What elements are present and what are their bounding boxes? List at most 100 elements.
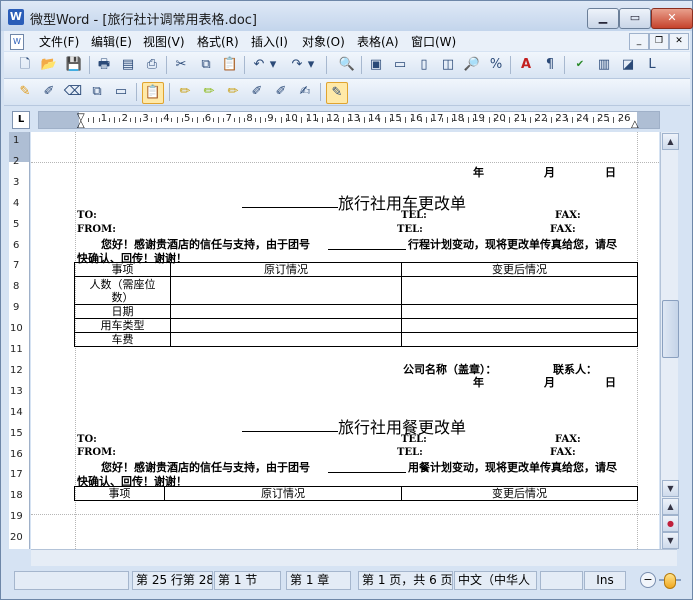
binoculars-find-icon[interactable]: 🔍 bbox=[337, 55, 357, 75]
menu-file[interactable]: 文件(F) bbox=[39, 33, 79, 50]
browse-object-icon[interactable]: ● bbox=[662, 515, 679, 532]
redo-dropdown-icon[interactable]: ▾ bbox=[306, 55, 316, 75]
previous-page-icon[interactable]: ▲ bbox=[662, 498, 679, 515]
zoom-percent-icon[interactable]: % bbox=[486, 55, 506, 75]
clipboard-select-icon[interactable]: 📋 bbox=[142, 82, 164, 104]
word-app-icon[interactable]: W bbox=[8, 9, 24, 25]
table-cell[interactable] bbox=[170, 276, 402, 305]
save-icon[interactable]: 💾 bbox=[64, 55, 84, 75]
delete-object-icon[interactable]: ⌫ bbox=[63, 82, 83, 102]
form2-table[interactable]: 事项 原订情况 变更后情况 bbox=[74, 486, 638, 501]
menu-format[interactable]: 格式(R) bbox=[197, 33, 239, 50]
zoom-slider-thumb[interactable] bbox=[664, 573, 676, 589]
ruler-tick bbox=[348, 118, 350, 122]
horizontal-scrollbar[interactable] bbox=[31, 549, 677, 566]
two-pages-icon[interactable]: ◫ bbox=[438, 55, 458, 75]
vertical-ruler-number: 19 bbox=[10, 511, 23, 523]
edit-mode-icon[interactable]: ✎ bbox=[326, 82, 348, 104]
tab-stop-selector[interactable]: L bbox=[12, 111, 30, 129]
paste-icon[interactable]: 📋 bbox=[220, 55, 240, 75]
indent-icon[interactable]: L bbox=[642, 55, 662, 75]
document-icon[interactable]: W bbox=[10, 34, 24, 50]
ruler-tick bbox=[161, 118, 162, 122]
zoom-icon[interactable]: 🔎 bbox=[462, 55, 482, 75]
left-indent-marker[interactable]: △ bbox=[77, 119, 85, 128]
object-toolbar: ✎ ✐ ⌫ ⧉ ▭ 📋 ✏ ✏ ✏ ✐ ✐ ✍ ✎ bbox=[4, 79, 690, 106]
table-cell[interactable] bbox=[401, 332, 638, 347]
document-page[interactable]: 年 月 日 旅行社用车更改单 TO: TEL: FAX: FROM: TEL: … bbox=[31, 132, 659, 549]
table-row[interactable]: 日期 bbox=[74, 304, 638, 319]
ruler-tick bbox=[322, 117, 324, 123]
eraser-tool-icon[interactable]: ✐ bbox=[247, 82, 267, 102]
bar-chart-icon[interactable]: ▥ bbox=[594, 55, 614, 75]
maximize-button[interactable]: ▭ bbox=[619, 8, 651, 29]
vertical-ruler[interactable]: 1 2 3 4 5 6 7 8 9 10 11 12 13 14 15 16 17 18 19 20 bbox=[9, 132, 30, 549]
menu-view[interactable]: 视图(V) bbox=[143, 33, 185, 50]
menu-object[interactable]: 对象(O) bbox=[302, 33, 345, 50]
form1-table[interactable]: 事项 原订情况 变更后情况 人数（需座位数） 日期 用车类型 车费 bbox=[74, 262, 638, 347]
open-folder-icon[interactable]: 📂 bbox=[39, 55, 59, 75]
copy-object-icon[interactable]: ⧉ bbox=[87, 82, 107, 102]
menu-insert[interactable]: 插入(I) bbox=[251, 33, 288, 50]
zoom-out-icon[interactable]: − bbox=[640, 572, 656, 588]
toolbar-separator bbox=[169, 83, 170, 101]
undo-icon[interactable]: ↶ bbox=[249, 55, 269, 75]
date-day: 日 bbox=[605, 166, 616, 179]
paragraph-format-icon[interactable]: ¶ bbox=[540, 55, 560, 75]
copy-icon[interactable]: ⧉ bbox=[196, 55, 216, 75]
doc-minimize-button[interactable]: _ bbox=[629, 33, 649, 50]
table-cell[interactable] bbox=[170, 332, 402, 347]
redo-icon[interactable]: ↷ bbox=[287, 55, 307, 75]
ruler-tick bbox=[358, 118, 360, 122]
scroll-down-arrow-icon[interactable]: ▼ bbox=[662, 480, 679, 497]
print-preview-icon[interactable]: ⎙ bbox=[142, 55, 162, 75]
full-page-icon[interactable]: ▯ bbox=[414, 55, 434, 75]
vertical-scroll-thumb[interactable] bbox=[662, 300, 679, 358]
table-cell[interactable] bbox=[401, 318, 638, 333]
edit-object-icon[interactable]: ✐ bbox=[39, 82, 59, 102]
vertical-scrollbar[interactable]: ▲ ▼ ▲ ● ▼ bbox=[660, 132, 679, 549]
table-cell[interactable] bbox=[401, 276, 638, 305]
status-insert-mode[interactable]: Ins bbox=[584, 571, 626, 590]
new-document-icon[interactable]: 🗋 bbox=[15, 55, 35, 75]
spell-check-icon[interactable]: ✔ bbox=[570, 55, 590, 75]
ruler-tick bbox=[473, 118, 474, 122]
minimize-button[interactable]: ▁ bbox=[587, 8, 619, 29]
menu-table[interactable]: 表格(A) bbox=[357, 33, 399, 50]
toolbar-separator bbox=[166, 56, 167, 74]
table-row[interactable]: 车费 bbox=[74, 332, 638, 347]
menu-edit[interactable]: 编辑(E) bbox=[91, 33, 132, 50]
form2-fax: FAX: bbox=[555, 434, 581, 445]
ruler-tick bbox=[317, 118, 318, 122]
cut-icon[interactable]: ✂ bbox=[171, 55, 191, 75]
doc-restore-button[interactable]: ❐ bbox=[649, 33, 669, 50]
properties-object-icon[interactable]: ▭ bbox=[111, 82, 131, 102]
doc-close-button[interactable]: ✕ bbox=[669, 33, 689, 50]
table-row[interactable]: 用车类型 bbox=[74, 318, 638, 333]
next-page-icon[interactable]: ▼ bbox=[662, 532, 679, 549]
layers-icon[interactable]: ◪ bbox=[618, 55, 638, 75]
scroll-up-arrow-icon[interactable]: ▲ bbox=[662, 133, 679, 150]
table-row[interactable]: 人数（需座位数） bbox=[74, 276, 638, 305]
new-object-icon[interactable]: ✎ bbox=[15, 82, 35, 102]
table-cell[interactable] bbox=[401, 304, 638, 319]
clear-tool-icon[interactable]: ✐ bbox=[271, 82, 291, 102]
close-button[interactable]: ✕ bbox=[651, 8, 693, 29]
pen-tool-icon[interactable]: ✏ bbox=[223, 82, 243, 102]
font-color-icon[interactable]: A bbox=[516, 55, 536, 75]
zoom-100-icon[interactable]: ▣ bbox=[366, 55, 386, 75]
right-indent-marker[interactable]: △ bbox=[631, 119, 639, 128]
horizontal-ruler[interactable]: 1 2 3 4 5 6 7 8 9 10 11 12 13 14 15 16 17 18 19 20 21 22 23 24 2… bbox=[38, 111, 660, 129]
undo-dropdown-icon[interactable]: ▾ bbox=[268, 55, 278, 75]
ruler-tick bbox=[379, 118, 381, 122]
table-cell[interactable] bbox=[170, 304, 402, 319]
table-cell[interactable] bbox=[170, 318, 402, 333]
print-icon[interactable]: 🖶 bbox=[94, 55, 114, 75]
pdf-export-icon[interactable]: ▤ bbox=[118, 55, 138, 75]
menu-window[interactable]: 窗口(W) bbox=[411, 33, 456, 50]
notes-tool-icon[interactable]: ✍ bbox=[295, 82, 315, 102]
ruler-tick bbox=[109, 118, 110, 122]
highlight-tool-icon[interactable]: ✏ bbox=[175, 82, 195, 102]
page-width-icon[interactable]: ▭ bbox=[390, 55, 410, 75]
marker-tool-icon[interactable]: ✏ bbox=[199, 82, 219, 102]
